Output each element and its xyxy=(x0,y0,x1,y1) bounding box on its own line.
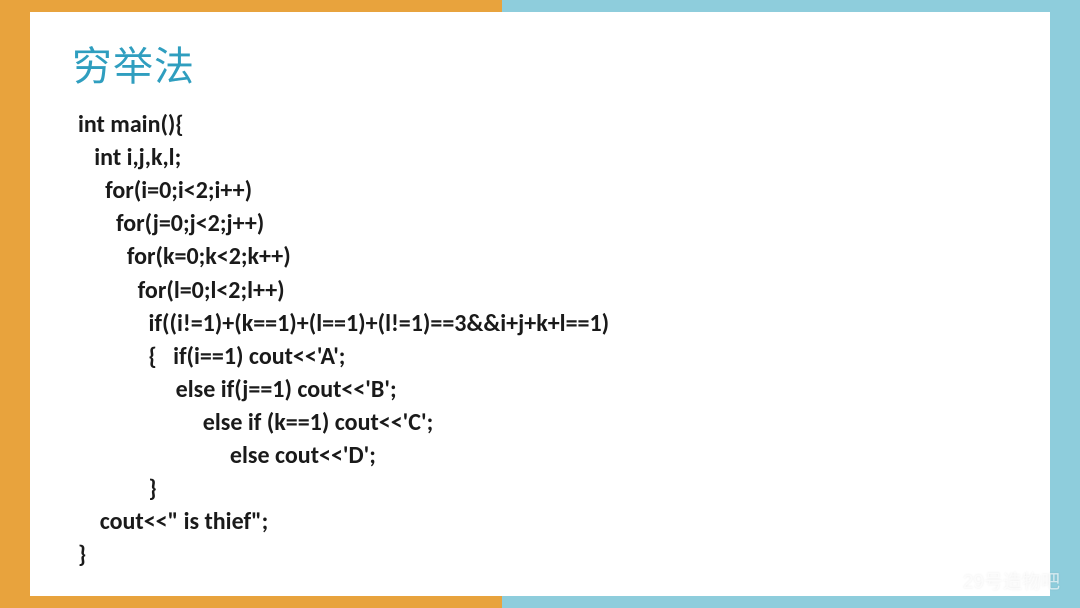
wechat-icon xyxy=(933,569,957,593)
slide-card: 穷举法 int main(){ int i,j,k,l; for(i=0;i<2… xyxy=(30,12,1050,596)
code-block: int main(){ int i,j,k,l; for(i=0;i<2;i++… xyxy=(78,108,1016,572)
watermark-text: 29号造物吧 xyxy=(963,567,1060,594)
watermark: 29号造物吧 xyxy=(933,567,1060,594)
slide-title: 穷举法 xyxy=(72,34,1016,92)
